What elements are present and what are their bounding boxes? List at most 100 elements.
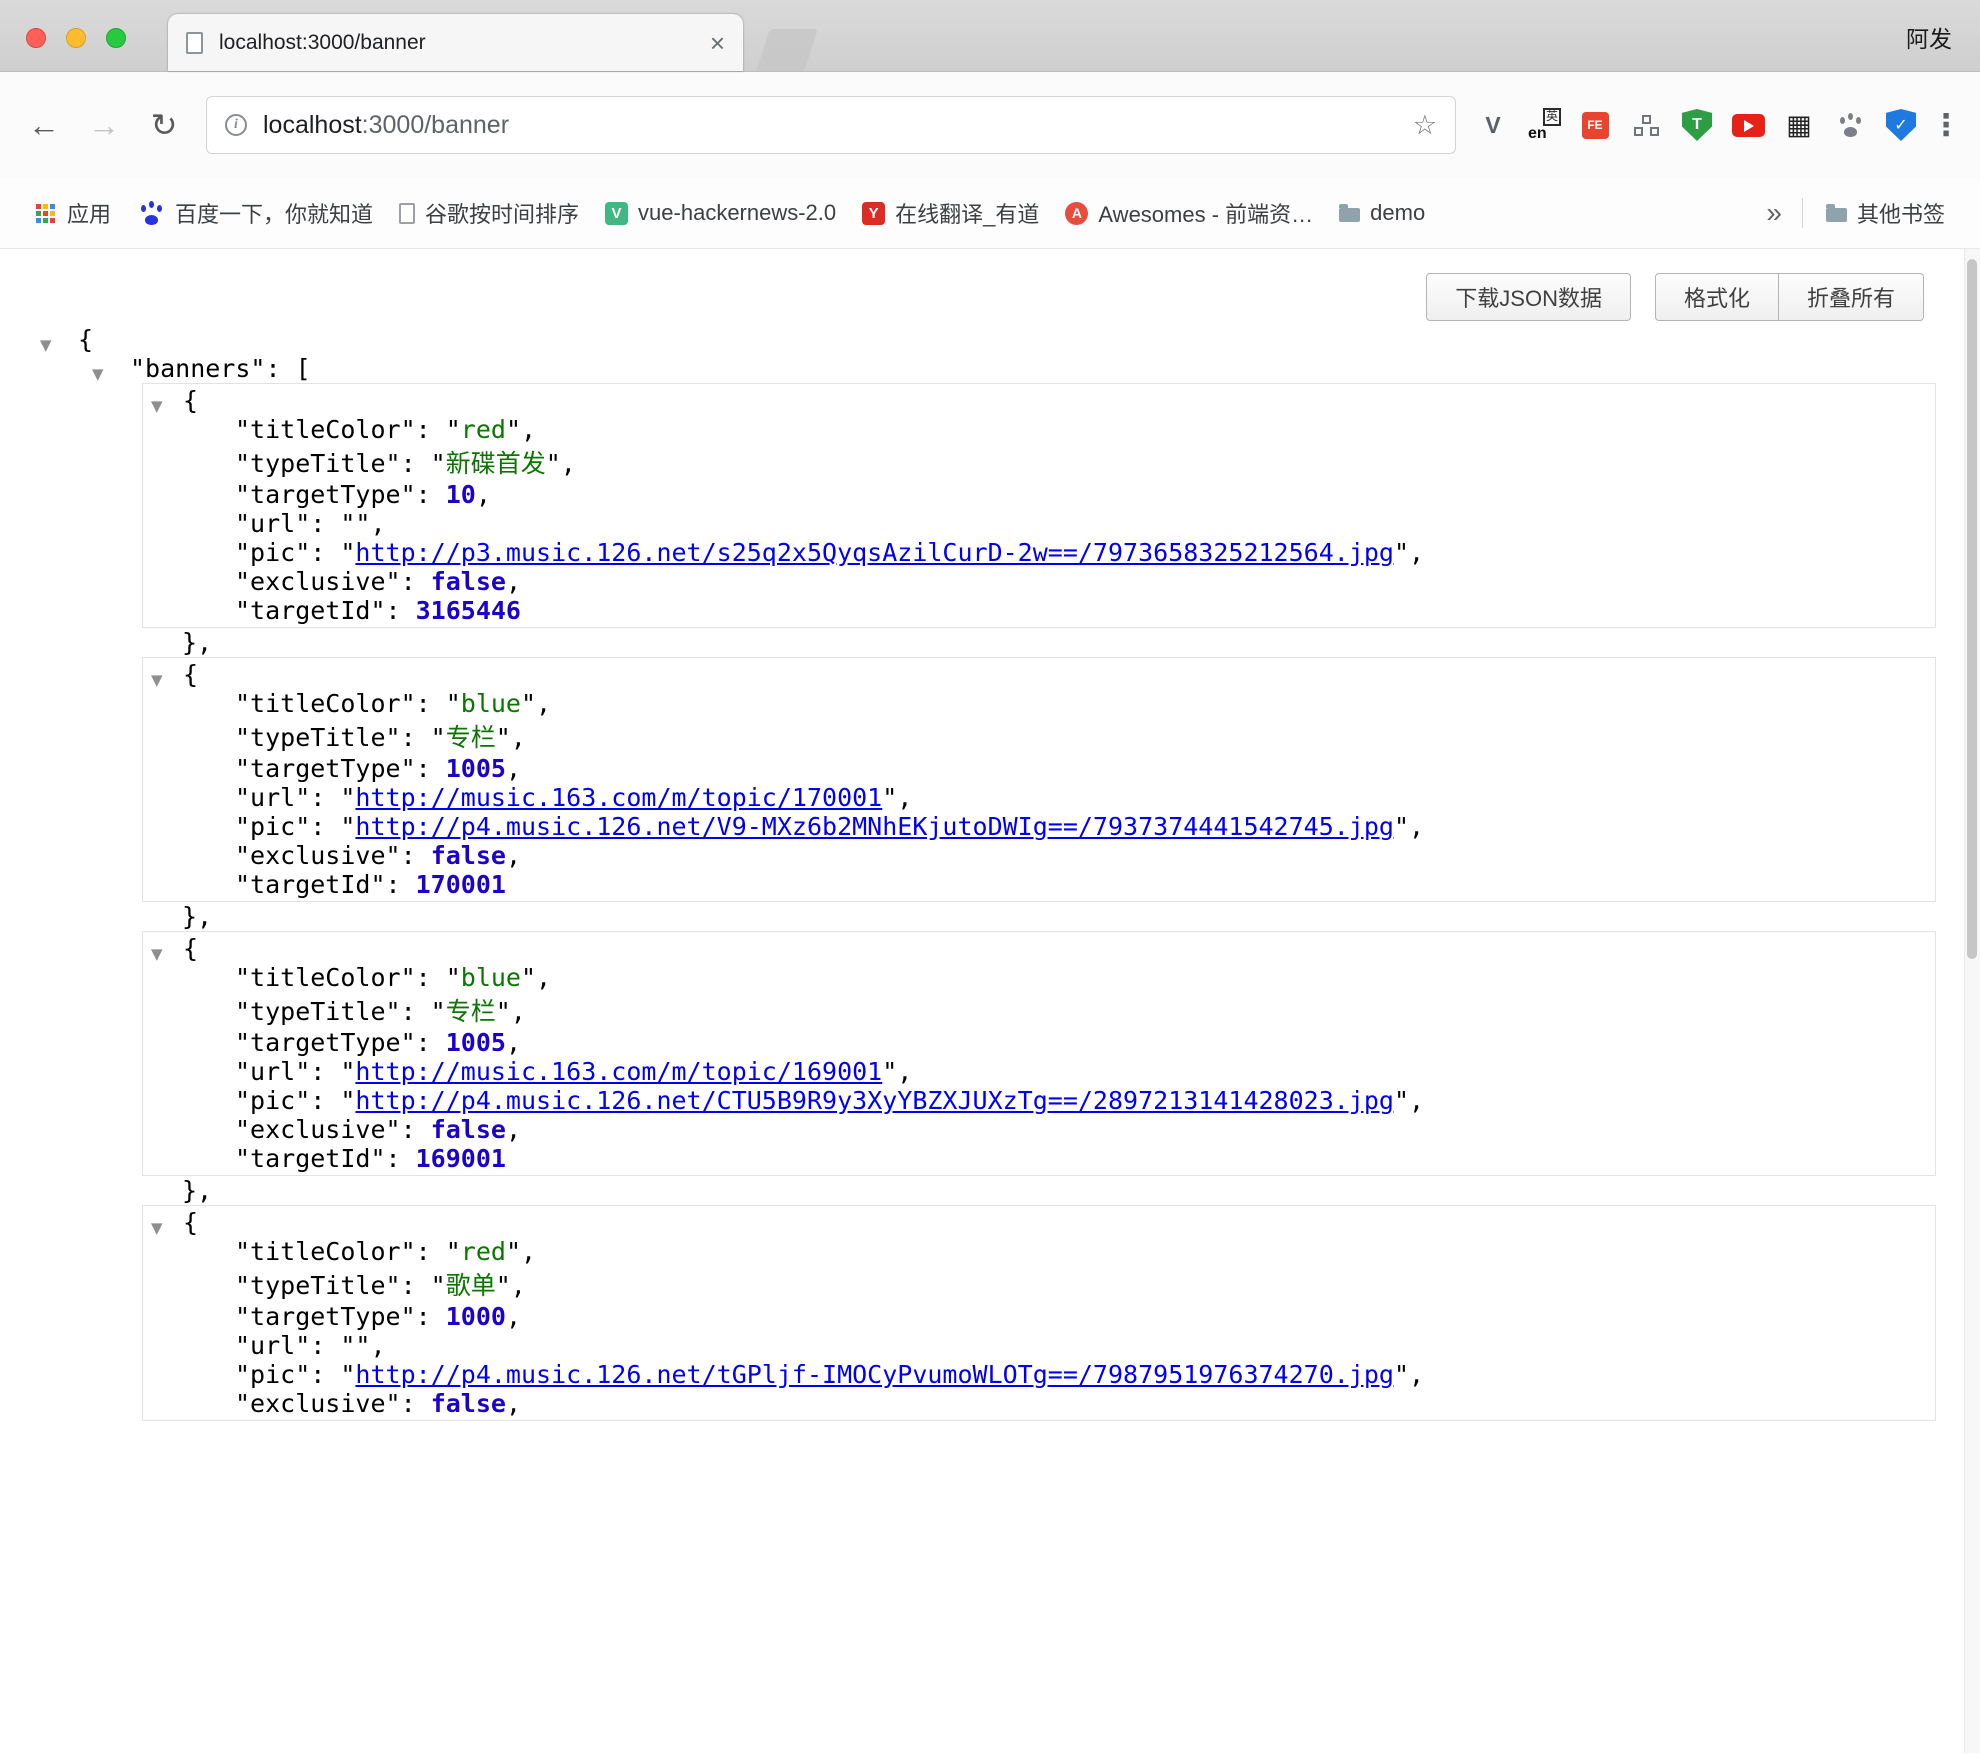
bookmark-label: 百度一下，你就知道 <box>175 197 373 229</box>
json-field-line: "titleColor": "red", <box>143 1237 1935 1266</box>
qr-code-extension-icon[interactable]: ▦ <box>1782 108 1816 142</box>
json-boolean-value: false <box>431 841 506 870</box>
new-tab-button[interactable] <box>756 29 818 71</box>
json-url-link[interactable]: http://p3.music.126.net/s25q2x5QyqsAzilC… <box>355 538 1394 567</box>
json-key: "pic" <box>235 1360 310 1389</box>
other-bookmarks-label: 其他书签 <box>1857 197 1945 229</box>
json-field-line: "titleColor": "red", <box>143 415 1935 444</box>
json-field-line: "targetId": 169001 <box>143 1144 1935 1173</box>
minimize-window-button[interactable] <box>66 28 86 48</box>
json-field-line: "pic": "http://p4.music.126.net/tGPljf-I… <box>143 1360 1935 1389</box>
bookmarks-overflow-icon[interactable]: » <box>1756 197 1792 229</box>
bookmark-google-sort[interactable]: 谷歌按时间排序 <box>386 190 592 236</box>
json-key: "exclusive" <box>235 841 401 870</box>
json-key: "targetType" <box>235 480 416 509</box>
page-content: 下载JSON数据 格式化 折叠所有 ▼{▼"banners": [▼{"titl… <box>0 249 1980 1753</box>
bookmark-demo-folder[interactable]: demo <box>1326 190 1438 236</box>
url-host: localhost <box>263 111 362 139</box>
json-field-line: "exclusive": false, <box>143 1115 1935 1144</box>
address-bar[interactable]: i localhost:3000/banner ☆ <box>206 96 1456 154</box>
blue-shield-extension-icon[interactable]: ✓ <box>1884 108 1918 142</box>
folder-icon <box>1826 208 1847 222</box>
json-field-line: "url": "http://music.163.com/m/topic/170… <box>143 783 1935 812</box>
json-number-value: 3165446 <box>416 596 521 625</box>
json-url-link[interactable]: http://p4.music.126.net/V9-MXz6b2MNhEKju… <box>355 812 1394 841</box>
bookmark-apps[interactable]: 应用 <box>22 190 124 236</box>
json-array-open: ▼"banners": [ <box>0 354 1980 383</box>
tab-strip: localhost:3000/banner × 阿发 <box>0 0 1980 72</box>
tab-close-icon[interactable]: × <box>710 30 725 56</box>
bookmark-youdao[interactable]: Y 在线翻译_有道 <box>849 190 1052 236</box>
json-key: "typeTitle" <box>235 449 401 478</box>
json-field-line: "targetType": 1005, <box>143 1028 1935 1057</box>
close-window-button[interactable] <box>26 28 46 48</box>
page-info-icon[interactable]: i <box>225 114 247 136</box>
translate-extension-icon[interactable]: 英en <box>1527 108 1561 142</box>
json-key: "typeTitle" <box>235 723 401 752</box>
browser-tab[interactable]: localhost:3000/banner × <box>168 14 743 71</box>
green-shield-extension-icon[interactable]: T <box>1680 108 1714 142</box>
json-string-value: blue <box>461 963 521 992</box>
json-key: "targetId" <box>235 596 386 625</box>
json-field-line: "targetId": 170001 <box>143 870 1935 899</box>
json-boolean-value: false <box>431 567 506 596</box>
fe-extension-icon[interactable]: FE <box>1578 108 1612 142</box>
json-field-line: "exclusive": false, <box>143 841 1935 870</box>
blue-shield-check-glyph: ✓ <box>1886 109 1916 141</box>
json-key: "url" <box>235 1057 310 1086</box>
bookmark-star-icon[interactable]: ☆ <box>1413 110 1437 141</box>
fullscreen-window-button[interactable] <box>106 28 126 48</box>
page-icon <box>399 203 415 224</box>
vue-icon: V <box>605 202 628 225</box>
json-url-link[interactable]: http://p4.music.126.net/tGPljf-IMOCyPvum… <box>355 1360 1394 1389</box>
translate-cn-label: 英 <box>1543 108 1561 126</box>
json-field-line: "titleColor": "blue", <box>143 689 1935 718</box>
json-key: "targetId" <box>235 870 386 899</box>
scrollbar-thumb[interactable] <box>1967 259 1977 959</box>
back-button[interactable]: ← <box>20 101 68 149</box>
youtube-extension-icon[interactable] <box>1731 108 1765 142</box>
json-object-close: }, <box>0 1176 1980 1205</box>
org-chart-extension-icon[interactable] <box>1629 108 1663 142</box>
folder-icon <box>1339 208 1360 222</box>
paw-glyph <box>1836 112 1864 138</box>
collapse-toggle-icon[interactable]: ▼ <box>92 354 104 395</box>
reload-button[interactable]: ↻ <box>140 101 188 149</box>
json-key: "pic" <box>235 812 310 841</box>
json-number-value: 1000 <box>446 1302 506 1331</box>
browser-toolbar: ← → ↻ i localhost:3000/banner ☆ V 英en FE… <box>0 72 1980 178</box>
json-key: "pic" <box>235 538 310 567</box>
translate-en-label: en <box>1528 125 1547 143</box>
json-key: "url" <box>235 509 310 538</box>
paw-extension-icon[interactable] <box>1833 108 1867 142</box>
vimium-extension-icon[interactable]: V <box>1476 108 1510 142</box>
json-field-line: "typeTitle": "新碟首发", <box>143 444 1935 480</box>
other-bookmarks[interactable]: 其他书签 <box>1813 190 1958 236</box>
json-key: "targetType" <box>235 754 416 783</box>
json-field-line: "typeTitle": "专栏", <box>143 718 1935 754</box>
format-button[interactable]: 格式化 <box>1655 273 1779 321</box>
json-key: "url" <box>235 1331 310 1360</box>
json-url-link[interactable]: http://music.163.com/m/topic/169001 <box>355 1057 882 1086</box>
bookmark-awesomes[interactable]: A Awesomes - 前端资… <box>1052 190 1326 236</box>
translate-glyph: 英en <box>1528 109 1560 141</box>
download-json-button[interactable]: 下载JSON数据 <box>1426 273 1631 321</box>
json-url-link[interactable]: http://p4.music.126.net/CTU5B9R9y3XyYBZX… <box>355 1086 1394 1115</box>
json-viewer: ▼{▼"banners": [▼{"titleColor": "red","ty… <box>0 325 1980 1421</box>
page-file-icon <box>186 32 203 54</box>
json-key: "titleColor" <box>235 415 416 444</box>
json-object-open: ▼{ <box>143 934 1935 963</box>
browser-menu-icon[interactable]: ⋮ <box>1928 108 1964 143</box>
browser-profile-name: 阿发 <box>1906 20 1952 54</box>
json-array-item: ▼{"titleColor": "blue","typeTitle": "专栏"… <box>142 657 1936 902</box>
json-key: "titleColor" <box>235 1237 416 1266</box>
json-object-close: }, <box>0 628 1980 657</box>
green-shield-glyph: T <box>1682 109 1712 141</box>
json-url-link[interactable]: http://music.163.com/m/topic/170001 <box>355 783 882 812</box>
bookmark-vue-hackernews[interactable]: V vue-hackernews-2.0 <box>592 190 849 236</box>
json-key: "targetType" <box>235 1028 416 1057</box>
collapse-all-button[interactable]: 折叠所有 <box>1779 273 1924 321</box>
bookmark-baidu[interactable]: 百度一下，你就知道 <box>124 190 386 236</box>
json-string-value: 新碟首发 <box>446 449 546 478</box>
bookmark-label: demo <box>1370 200 1425 226</box>
